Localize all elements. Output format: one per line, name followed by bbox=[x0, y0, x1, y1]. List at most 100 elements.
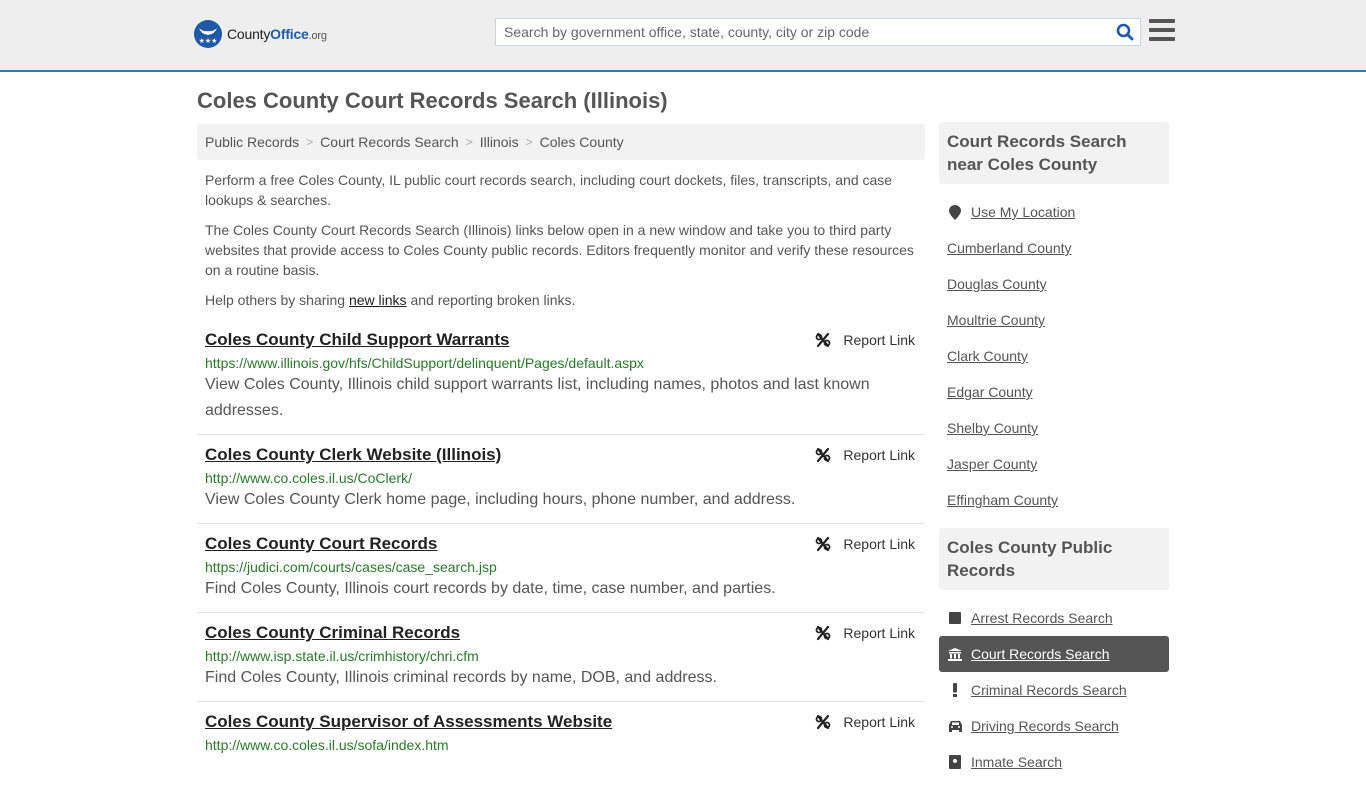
svg-text:★★★: ★★★ bbox=[199, 37, 218, 45]
record-link-description: View Coles County, Illinois child suppor… bbox=[205, 376, 870, 419]
record-link-entry: Coles County Supervisor of Assessments W… bbox=[197, 702, 925, 763]
nearby-county-item: Douglas County bbox=[939, 266, 1169, 302]
report-link-label: Report Link bbox=[843, 332, 915, 348]
nearby-county-link[interactable]: Shelby County bbox=[947, 420, 1038, 436]
report-link-button[interactable]: Report Link bbox=[815, 714, 915, 730]
record-link-url[interactable]: http://www.co.coles.il.us/CoClerk/ bbox=[205, 470, 917, 486]
breadcrumb-court-records-search[interactable]: Court Records Search bbox=[320, 134, 459, 150]
broken-link-icon bbox=[816, 332, 831, 348]
public-records-heading: Coles County Public Records bbox=[939, 528, 1169, 590]
logo-text: CountyOffice.org bbox=[227, 26, 327, 42]
menu-bar bbox=[1149, 37, 1175, 41]
public-records-list: Arrest Records Search Court Records Sear… bbox=[939, 590, 1169, 790]
report-link-label: Report Link bbox=[843, 536, 915, 552]
public-records-item: Inmate Search bbox=[939, 744, 1169, 780]
sidebar: Court Records Search near Coles County U… bbox=[939, 122, 1169, 790]
nearby-county-item: Jasper County bbox=[939, 446, 1169, 482]
record-link-description: View Coles County Clerk home page, inclu… bbox=[205, 491, 796, 508]
report-link-button[interactable]: Report Link bbox=[815, 625, 915, 641]
record-link-entry: Coles County Criminal Records Report Lin… bbox=[197, 613, 925, 702]
page-title: Coles County Court Records Search (Illin… bbox=[197, 88, 668, 113]
record-link-url[interactable]: http://www.isp.state.il.us/crimhistory/c… bbox=[205, 648, 917, 664]
breadcrumb-separator: > bbox=[306, 135, 314, 149]
record-link-entry: Coles County Clerk Website (Illinois) Re… bbox=[197, 435, 925, 524]
record-link-title[interactable]: Coles County Court Records bbox=[205, 534, 437, 554]
report-link-button[interactable]: Report Link bbox=[815, 447, 915, 463]
intro-text: Perform a free Coles County, IL public c… bbox=[197, 170, 925, 310]
broken-link-icon bbox=[816, 447, 831, 463]
report-link-button[interactable]: Report Link bbox=[815, 332, 915, 348]
intro-text-after: and reporting broken links. bbox=[406, 292, 576, 308]
report-link-label: Report Link bbox=[843, 447, 915, 463]
nearby-county-item: Moultrie County bbox=[939, 302, 1169, 338]
record-link-url[interactable]: http://www.co.coles.il.us/sofa/index.htm bbox=[205, 737, 917, 753]
record-link-title[interactable]: Coles County Supervisor of Assessments W… bbox=[205, 712, 612, 732]
square-icon bbox=[947, 612, 963, 624]
public-records-item: Driving Records Search bbox=[939, 708, 1169, 744]
nearby-county-item: Clark County bbox=[939, 338, 1169, 374]
menu-bar bbox=[1149, 28, 1175, 32]
record-link-description: Find Coles County, Illinois criminal rec… bbox=[205, 669, 717, 686]
nearby-county-link[interactable]: Douglas County bbox=[947, 276, 1047, 292]
nearby-county-link[interactable]: Effingham County bbox=[947, 492, 1058, 508]
breadcrumb-illinois[interactable]: Illinois bbox=[480, 134, 519, 150]
breadcrumb: Public Records > Court Records Search > … bbox=[197, 124, 925, 160]
record-link-description: Find Coles County, Illinois court record… bbox=[205, 580, 776, 597]
nearby-county-link[interactable]: Clark County bbox=[947, 348, 1028, 364]
use-my-location-link[interactable]: Use My Location bbox=[971, 204, 1075, 220]
broken-link-icon bbox=[816, 714, 831, 730]
breadcrumb-coles-county[interactable]: Coles County bbox=[540, 134, 624, 150]
record-links-list: Coles County Child Support Warrants Repo… bbox=[197, 326, 925, 763]
court-records-link[interactable]: Court Records Search bbox=[971, 646, 1110, 662]
exclamation-icon bbox=[947, 683, 963, 697]
record-link-entry: Coles County Court Records Report Link h… bbox=[197, 524, 925, 613]
new-links-link[interactable]: new links bbox=[349, 292, 407, 308]
arrest-records-link[interactable]: Arrest Records Search bbox=[971, 610, 1113, 626]
record-link-url[interactable]: https://judici.com/courts/cases/case_sea… bbox=[205, 559, 917, 575]
nearby-county-link[interactable]: Moultrie County bbox=[947, 312, 1045, 328]
public-records-item: Arrest Records Search bbox=[939, 600, 1169, 636]
record-link-entry: Coles County Child Support Warrants Repo… bbox=[197, 326, 925, 435]
public-records-item-active: Court Records Search bbox=[939, 636, 1169, 672]
nearby-county-list: Use My Location Cumberland County Dougla… bbox=[939, 184, 1169, 528]
breadcrumb-separator: > bbox=[525, 135, 533, 149]
site-logo[interactable]: ★★★ CountyOffice.org bbox=[194, 20, 327, 48]
record-link-title[interactable]: Coles County Criminal Records bbox=[205, 623, 460, 643]
nearby-county-link[interactable]: Edgar County bbox=[947, 384, 1033, 400]
report-link-button[interactable]: Report Link bbox=[815, 536, 915, 552]
intro-paragraph-1: Perform a free Coles County, IL public c… bbox=[205, 172, 893, 208]
broken-link-icon bbox=[816, 625, 831, 641]
nearby-county-item: Effingham County bbox=[939, 482, 1169, 518]
record-link-title[interactable]: Coles County Clerk Website (Illinois) bbox=[205, 445, 501, 465]
map-marker-icon bbox=[947, 204, 963, 220]
criminal-records-link[interactable]: Criminal Records Search bbox=[971, 682, 1127, 698]
main-content: Public Records > Court Records Search > … bbox=[197, 124, 925, 763]
hamburger-menu-button[interactable] bbox=[1149, 19, 1175, 43]
report-link-label: Report Link bbox=[843, 625, 915, 641]
broken-link-icon bbox=[816, 536, 831, 552]
use-my-location-item: Use My Location bbox=[939, 194, 1169, 230]
id-badge-icon bbox=[947, 755, 963, 769]
nearby-county-link[interactable]: Jasper County bbox=[947, 456, 1037, 472]
logo-eagle-icon: ★★★ bbox=[194, 20, 222, 48]
search-bar bbox=[495, 18, 1141, 46]
site-header: ★★★ CountyOffice.org bbox=[0, 0, 1366, 72]
breadcrumb-separator: > bbox=[465, 135, 473, 149]
report-link-label: Report Link bbox=[843, 714, 915, 730]
menu-bar bbox=[1149, 19, 1175, 23]
record-link-title[interactable]: Coles County Child Support Warrants bbox=[205, 330, 509, 350]
search-button[interactable] bbox=[1110, 19, 1140, 45]
car-icon bbox=[947, 720, 963, 732]
courthouse-icon bbox=[947, 647, 963, 661]
nearby-heading: Court Records Search near Coles County bbox=[939, 122, 1169, 184]
search-icon bbox=[1116, 23, 1134, 41]
record-link-url[interactable]: https://www.illinois.gov/hfs/ChildSuppor… bbox=[205, 355, 917, 371]
nearby-county-item: Edgar County bbox=[939, 374, 1169, 410]
nearby-county-item: Cumberland County bbox=[939, 230, 1169, 266]
intro-text-before: Help others by sharing bbox=[205, 292, 349, 308]
driving-records-link[interactable]: Driving Records Search bbox=[971, 718, 1119, 734]
breadcrumb-public-records[interactable]: Public Records bbox=[205, 134, 299, 150]
nearby-county-item: Shelby County bbox=[939, 410, 1169, 446]
nearby-county-link[interactable]: Cumberland County bbox=[947, 240, 1072, 256]
search-input[interactable] bbox=[496, 24, 1110, 40]
